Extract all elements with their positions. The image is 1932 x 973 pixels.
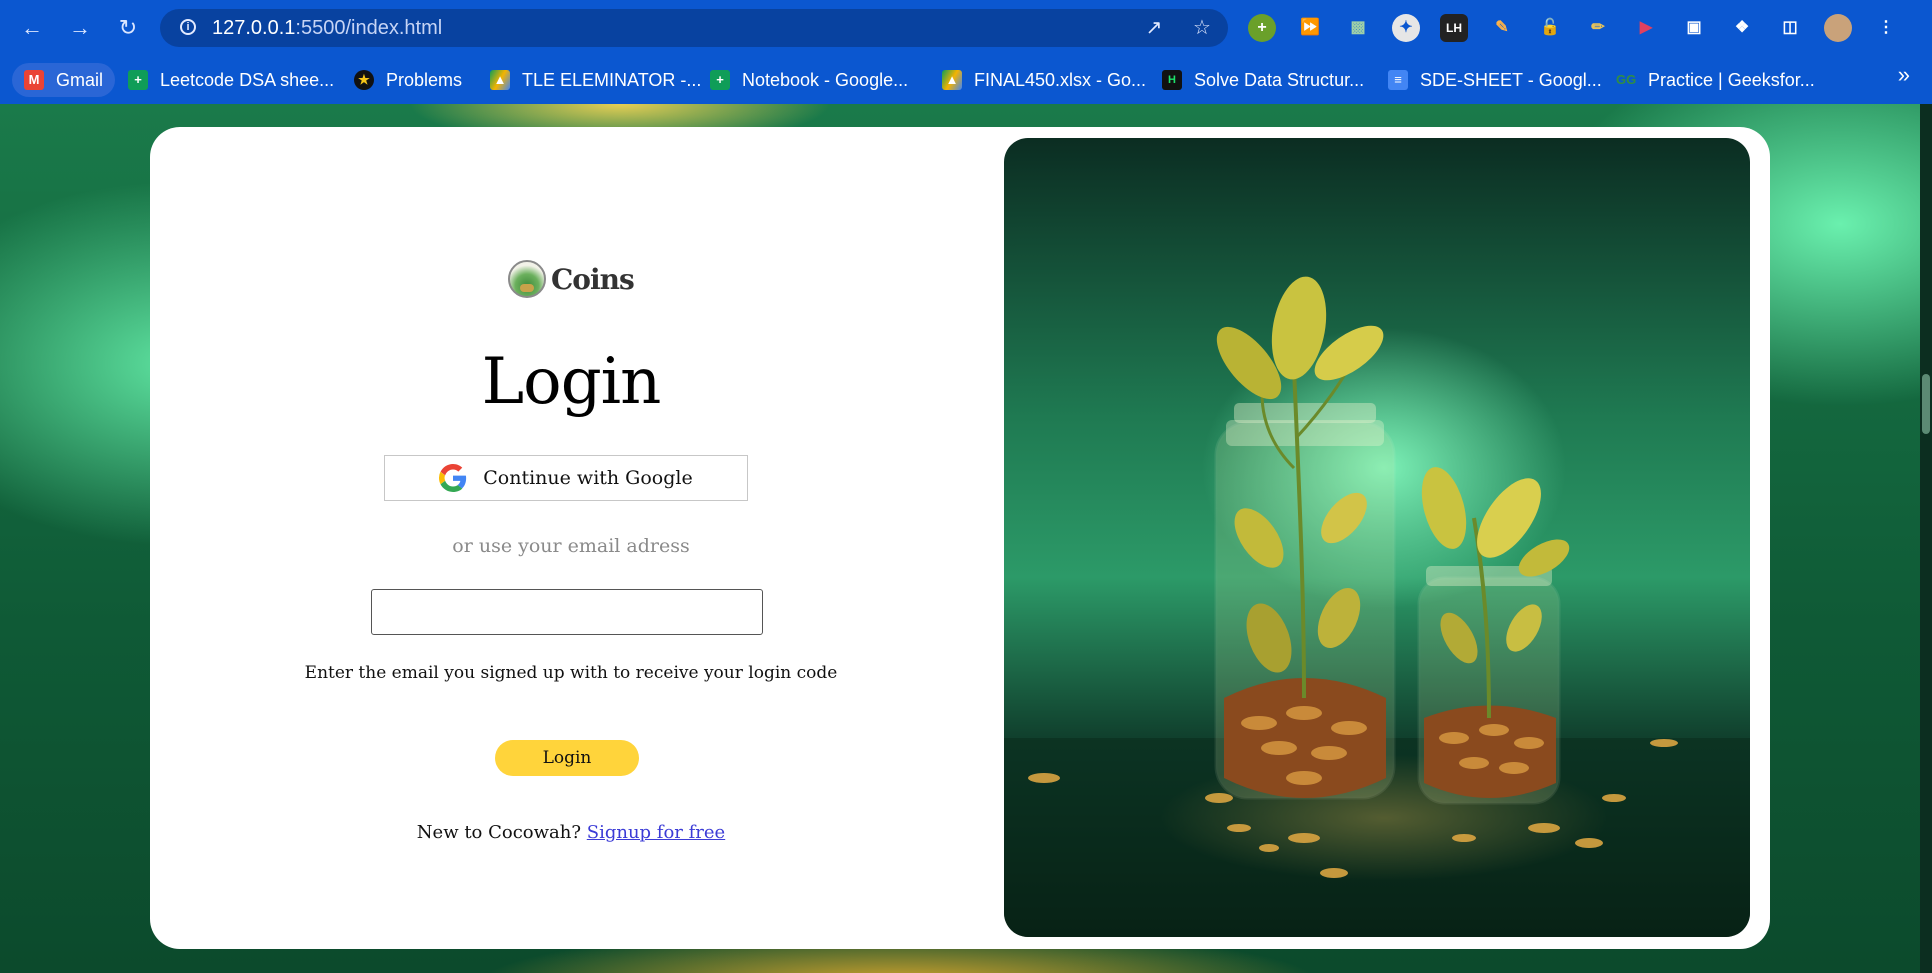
- bookmark-label: Leetcode DSA shee...: [160, 69, 335, 90]
- large-jar: [1214, 276, 1396, 800]
- signup-prompt: New to Cocowah?: [416, 822, 582, 843]
- extension-play-icon[interactable]: ▶: [1632, 14, 1660, 42]
- signup-prompt-line: New to Cocowah? Signup for free: [150, 822, 992, 843]
- page-scrollbar[interactable]: [1920, 104, 1932, 973]
- google-icon: [439, 464, 467, 492]
- back-arrow-icon[interactable]: ←: [18, 14, 46, 42]
- hackerrank-icon: H: [1162, 70, 1182, 90]
- bookmark-gfg[interactable]: GG Practice | Geeksfor...: [1616, 63, 1815, 97]
- url-text[interactable]: 127.0.0.1:5500/index.html: [212, 17, 442, 40]
- login-card: Coins Login Continue with Google or use …: [150, 127, 1770, 949]
- url-host: 127.0.0.1: [212, 17, 296, 39]
- login-panel: Coins Login Continue with Google or use …: [150, 127, 992, 949]
- or-divider-text: or use your email adress: [452, 535, 690, 557]
- bookmark-label: Gmail: [56, 69, 104, 90]
- profile-avatar-icon[interactable]: [1824, 14, 1852, 42]
- bookmark-solve-ds[interactable]: H Solve Data Structur...: [1162, 63, 1364, 97]
- extensions-puzzle-icon[interactable]: ❖: [1728, 14, 1756, 42]
- bookmark-leetcode[interactable]: + Leetcode DSA shee...: [128, 63, 334, 97]
- bookmark-notebook[interactable]: + Notebook - Google...: [710, 63, 908, 97]
- plant-jars-illustration: [1004, 276, 1750, 937]
- picture-in-picture-icon[interactable]: ▣: [1680, 14, 1708, 42]
- page-title: Login: [481, 345, 662, 419]
- gfg-icon: GG: [1616, 72, 1637, 87]
- email-hint: Enter the email you signed up with to re…: [304, 663, 838, 683]
- extension-pen-icon[interactable]: ✎: [1488, 14, 1516, 42]
- extension-feather-icon[interactable]: ✦: [1392, 14, 1420, 42]
- side-panel-icon[interactable]: ◫: [1776, 14, 1804, 42]
- codeforces-icon: ★: [354, 70, 374, 90]
- drive-icon: ▲: [942, 70, 962, 90]
- extension-plus-icon[interactable]: +: [1248, 14, 1276, 42]
- bookmark-star-icon[interactable]: ☆: [1190, 17, 1214, 41]
- url-path: :5500/index.html: [295, 17, 443, 39]
- bookmark-final450[interactable]: ▲ FINAL450.xlsx - Go...: [942, 63, 1146, 97]
- bookmark-problems[interactable]: ★ Problems: [354, 63, 462, 97]
- sheets-icon: +: [710, 70, 730, 90]
- bookmark-label: Practice | Geeksfor...: [1648, 69, 1815, 90]
- bookmark-label: TLE ELEMINATOR -...: [522, 69, 702, 90]
- address-bar[interactable]: i 127.0.0.1:5500/index.html ↗ ☆: [160, 9, 1228, 47]
- signup-link[interactable]: Signup for free: [587, 822, 725, 843]
- bookmark-gmail[interactable]: M Gmail: [12, 63, 116, 97]
- email-field[interactable]: [371, 589, 763, 635]
- extension-chart-icon[interactable]: ▩: [1344, 14, 1372, 42]
- sheets-icon: +: [128, 70, 148, 90]
- bookmark-label: Problems: [386, 69, 463, 90]
- gmail-icon: M: [24, 70, 44, 90]
- site-info-icon[interactable]: i: [180, 19, 196, 35]
- bookmark-label: Solve Data Structur...: [1194, 69, 1365, 90]
- bookmarks-bar: M Gmail + Leetcode DSA shee... ★ Problem…: [0, 56, 1932, 104]
- forward-arrow-icon[interactable]: →: [66, 14, 94, 42]
- share-icon[interactable]: ↗: [1142, 17, 1166, 41]
- login-button[interactable]: Login: [495, 740, 639, 776]
- bookmark-label: SDE-SHEET - Googl...: [1420, 69, 1602, 90]
- page-background: Coins Login Continue with Google or use …: [0, 104, 1920, 973]
- extension-fastforward-icon[interactable]: ⏩: [1296, 14, 1324, 42]
- drive-icon: ▲: [490, 70, 510, 90]
- docs-icon: ≡: [1388, 70, 1408, 90]
- scrollbar-thumb[interactable]: [1922, 374, 1930, 434]
- bookmark-label: Notebook - Google...: [742, 69, 909, 90]
- google-button-label: Continue with Google: [483, 467, 693, 489]
- brand-name: Coins: [551, 262, 635, 296]
- extension-pencil-icon[interactable]: ✏: [1584, 14, 1612, 42]
- small-jar: [1417, 467, 1570, 805]
- browser-toolbar: ← → ↻ i 127.0.0.1:5500/index.html ↗ ☆ + …: [0, 0, 1932, 56]
- brand: Coins: [508, 257, 635, 301]
- hero-image-plant-jars: [1004, 138, 1750, 937]
- menu-kebab-icon[interactable]: ⋮: [1872, 14, 1900, 42]
- reload-icon[interactable]: ↻: [114, 14, 142, 42]
- bookmark-tle-eliminator[interactable]: ▲ TLE ELEMINATOR -...: [490, 63, 701, 97]
- bookmark-label: FINAL450.xlsx - Go...: [974, 69, 1147, 90]
- more-bookmarks-chevron-icon[interactable]: »: [1898, 62, 1910, 88]
- bookmark-sde-sheet[interactable]: ≡ SDE-SHEET - Googl...: [1388, 63, 1602, 97]
- extension-lh-icon[interactable]: LH: [1440, 14, 1468, 42]
- coins-logo-icon: [508, 260, 546, 298]
- extension-lock-icon[interactable]: 🔓: [1536, 14, 1564, 42]
- continue-with-google-button[interactable]: Continue with Google: [384, 455, 748, 501]
